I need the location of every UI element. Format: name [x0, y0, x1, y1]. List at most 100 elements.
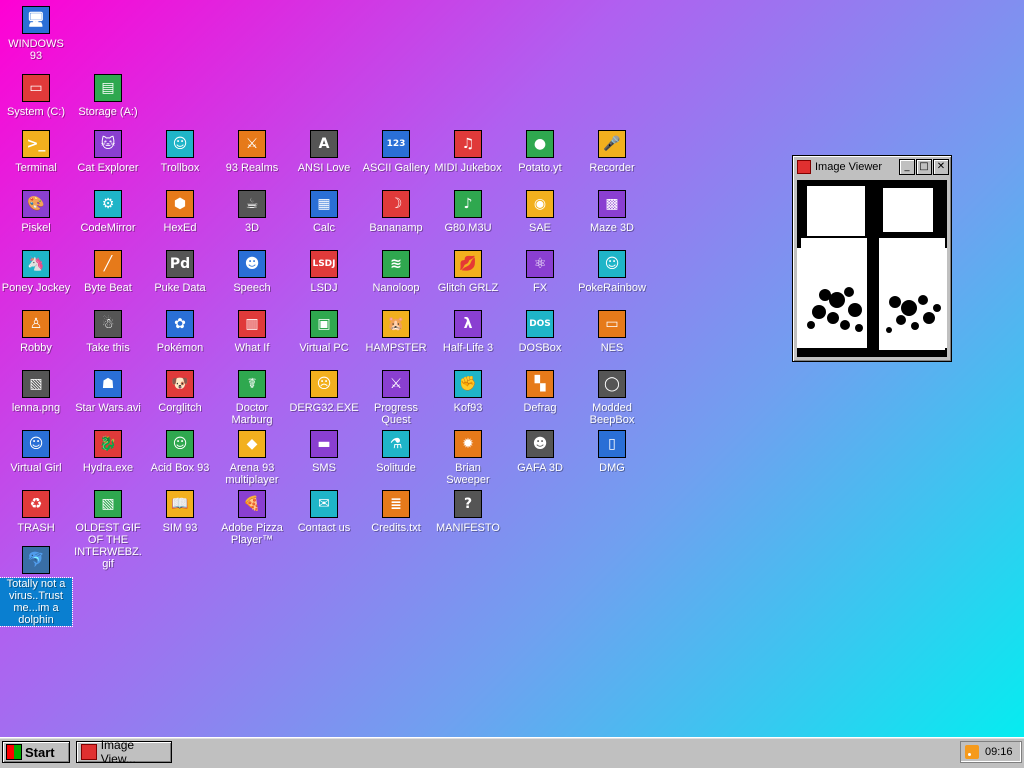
desktop-icon[interactable]: ☻ Speech [216, 248, 288, 294]
desktop-icon[interactable]: ☺ Virtual Girl [0, 428, 72, 474]
desktop-icon[interactable]: ◆ Arena 93 multiplayer [216, 428, 288, 486]
desktop-icon[interactable]: 🐬 Totally not a virus..Trust me...im a do… [0, 544, 73, 627]
window-titlebar[interactable]: Image Viewer _ □ ✕ [795, 158, 949, 176]
start-label: Start [25, 744, 55, 760]
desktop-icon[interactable]: 🍕 Adobe Pizza Player™ [216, 488, 288, 546]
desktop-icon[interactable]: 🐶 Corglitch [144, 368, 216, 414]
desktop-icon[interactable]: 🎤 Recorder [576, 128, 648, 174]
desktop-icon[interactable]: ≋ Nanoloop [360, 248, 432, 294]
desktop-icon[interactable]: ☤ Doctor Marburg [216, 368, 288, 426]
desktop-icon-label: Adobe Pizza Player™ [221, 522, 283, 546]
desktop-icon[interactable]: 📖 SIM 93 [144, 488, 216, 534]
desktop-icon[interactable]: A ANSI Love [288, 128, 360, 174]
maximize-button[interactable]: □ [916, 159, 932, 175]
desktop-icon[interactable]: ⚔ Progress Quest [360, 368, 432, 426]
desktop-icon[interactable]: ♙ Robby [0, 308, 72, 354]
desktop-icon[interactable]: ▭ NES [576, 308, 648, 354]
minimize-button[interactable]: _ [899, 159, 915, 175]
image-viewer-window[interactable]: Image Viewer _ □ ✕ [792, 155, 952, 362]
desktop-icon-label: Solitude [376, 462, 416, 474]
desktop-icon[interactable]: ☹ DERG32.EXE [288, 368, 360, 414]
close-button[interactable]: ✕ [933, 159, 949, 175]
desktop-icon[interactable]: 💋 Glitch GRLZ [432, 248, 504, 294]
gif-file-icon: ▧ [92, 488, 124, 520]
desktop-icon[interactable]: >_ Terminal [0, 128, 72, 174]
desktop-icon[interactable]: ☺ Trollbox [144, 128, 216, 174]
desktop-icon[interactable]: ● Potato.yt [504, 128, 576, 174]
desktop-icon[interactable]: ▤ Storage (A:) [72, 72, 144, 118]
desktop-icon[interactable]: Pd Puke Data [144, 248, 216, 294]
desktop-icon[interactable]: ☕ 3D [216, 188, 288, 234]
desktop-icon-label: 3D [244, 222, 260, 234]
desktop-icon[interactable]: ◯ Modded BeepBox [576, 368, 648, 426]
desktop-icon[interactable]: ⚙ CodeMirror [72, 188, 144, 234]
desktop-icon[interactable]: ▭ System (C:) [0, 72, 72, 118]
desktop-icon[interactable]: ✊ Kof93 [432, 368, 504, 414]
desktop-icon[interactable]: 123 ASCII Gallery [360, 128, 432, 174]
desktop-icon-label: Nanoloop [372, 282, 420, 294]
desktop-icon[interactable]: LSDJ LSDJ [288, 248, 360, 294]
desktop-icon[interactable]: 🐉 Hydra.exe [72, 428, 144, 474]
desktop-icon[interactable]: ╱ Byte Beat [72, 248, 144, 294]
desktop-icon[interactable]: 🖥 WINDOWS 93 [0, 4, 72, 62]
desktop-icon[interactable]: ⚔ 93 Realms [216, 128, 288, 174]
desktop-icon[interactable]: ✹ Brian Sweeper [432, 428, 504, 486]
desktop-icon[interactable]: ☃ Take this [72, 308, 144, 354]
creature-icon: ✿ [164, 308, 196, 340]
pixel-people-icon: ☺ [596, 248, 628, 280]
desktop-icon[interactable]: 🦄 Poney Jockey [0, 248, 72, 294]
desktop-icon[interactable]: ♻ TRASH [0, 488, 72, 534]
desktop-icon[interactable]: ▧ lenna.png [0, 368, 72, 414]
ansi-letter-icon: A [308, 128, 340, 160]
desktop-icon[interactable]: ▯ DMG [576, 428, 648, 474]
start-button[interactable]: Start [2, 741, 70, 763]
desktop-icon-label: LSDJ [310, 282, 338, 294]
desktop-icon[interactable]: ☺ Acid Box 93 [144, 428, 216, 474]
rss-icon[interactable] [965, 745, 979, 759]
hamster-icon: 🐹 [380, 308, 412, 340]
desktop-icon[interactable]: ♪ G80.M3U [432, 188, 504, 234]
desktop-icon[interactable]: ≣ Credits.txt [360, 488, 432, 534]
desktop-icon[interactable]: ▣ Virtual PC [288, 308, 360, 354]
monitor-face-icon: ☹ [308, 368, 340, 400]
pixel-character-icon: ☃ [92, 308, 124, 340]
desktop-icon[interactable]: ✿ Pokémon [144, 308, 216, 354]
desktop-icon[interactable]: ▚ Defrag [504, 368, 576, 414]
taskbar-item-image-viewer[interactable]: Image View... [76, 738, 172, 766]
desktop-icon[interactable]: ♫ MIDI Jukebox [432, 128, 504, 174]
face-photo-icon: ☺ [20, 428, 52, 460]
desktop-icon[interactable]: 🎨 Piskel [0, 188, 72, 234]
waveform-icon: ≋ [380, 248, 412, 280]
desktop-icon[interactable]: ✉ Contact us [288, 488, 360, 534]
desktop-icon[interactable]: ▬ SMS [288, 428, 360, 474]
hard-drive-icon: ▭ [20, 72, 52, 104]
desktop-icon[interactable]: ▧ OLDEST GIF OF THE INTERWEBZ.gif [72, 488, 144, 570]
desktop-icon-label: Glitch GRLZ [437, 282, 499, 294]
desktop-icon-label: Credits.txt [371, 522, 421, 534]
desktop-icon[interactable]: 🐱 Cat Explorer [72, 128, 144, 174]
desktop-icon[interactable]: ? MANIFESTO [432, 488, 504, 534]
desktop-icon[interactable]: ▩ Maze 3D [576, 188, 648, 234]
desktop-icon[interactable]: ⚗ Solitude [360, 428, 432, 474]
desktop-icon[interactable]: ☗ Star Wars.avi [72, 368, 144, 414]
recycle-bin-icon: ♻ [20, 488, 52, 520]
desktop-icon-label: Corglitch [158, 402, 202, 414]
mail-pen-icon: ✉ [308, 488, 340, 520]
desktop-icon[interactable]: DOS DOSBox [504, 308, 576, 354]
desktop-icon-label: Pokémon [156, 342, 204, 354]
desktop-icon-label: MIDI Jukebox [434, 162, 502, 174]
floppy-drive-icon: ▤ [92, 72, 124, 104]
desktop-icon[interactable]: ◉ SAE [504, 188, 576, 234]
desktop-icon[interactable]: ⚛ FX [504, 248, 576, 294]
system-tray: 09:16 [960, 741, 1022, 763]
desktop-icon-label: HAMPSTER [365, 342, 427, 354]
desktop-icon[interactable]: ☺ PokeRainbow [576, 248, 648, 294]
desktop-icon[interactable]: λ Half-Life 3 [432, 308, 504, 354]
desktop-icon-label: Speech [233, 282, 271, 294]
desktop-icon[interactable]: ▥ What If [216, 308, 288, 354]
desktop-icon[interactable]: 🐹 HAMPSTER [360, 308, 432, 354]
desktop-icon[interactable]: ☽ Bananamp [360, 188, 432, 234]
desktop-icon[interactable]: ▦ Calc [288, 188, 360, 234]
desktop-icon[interactable]: ☻ GAFA 3D [504, 428, 576, 474]
desktop-icon[interactable]: ⬢ HexEd [144, 188, 216, 234]
